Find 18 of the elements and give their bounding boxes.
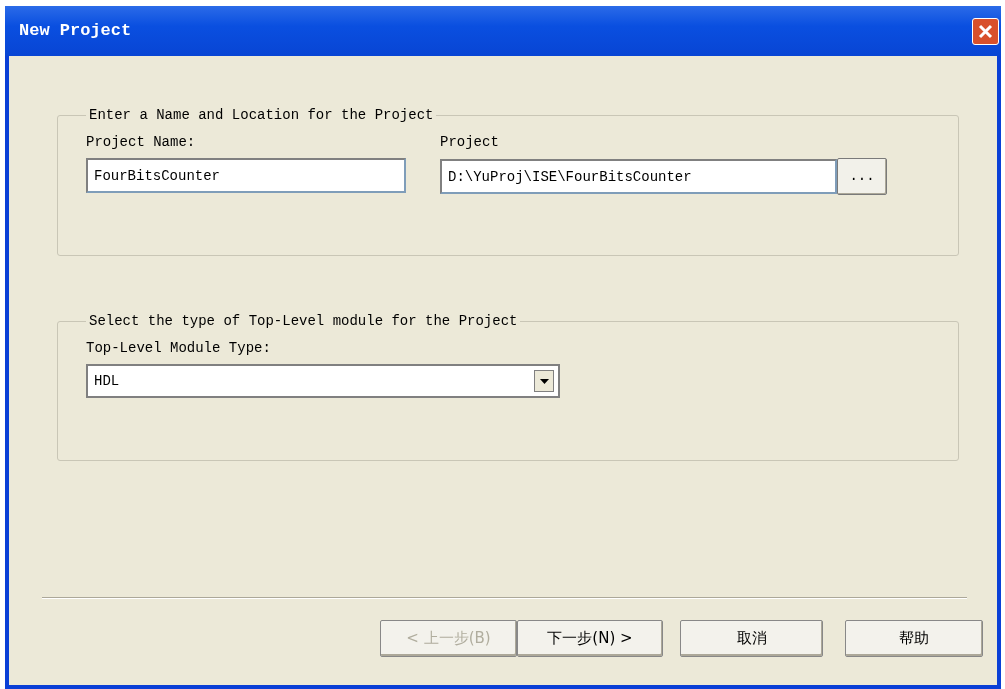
module-type-dropdown[interactable]: HDL <box>86 364 560 398</box>
group-title: Select the type of Top-Level module for the Project <box>88 314 519 328</box>
dropdown-value: HDL <box>94 371 120 391</box>
close-button[interactable] <box>972 17 999 45</box>
wizard-button[interactable]: 下一步(N) > <box>517 620 663 657</box>
group-title: Enter a Name and Location for the Project <box>88 108 435 122</box>
caret-icon <box>539 378 549 384</box>
field-label: Project Name: <box>86 133 197 152</box>
project-name-field[interactable]: FourBitsCounter <box>86 158 406 193</box>
window-title: New Project <box>19 20 132 43</box>
browse-button[interactable]: ... <box>837 158 887 195</box>
field-label: Project <box>440 133 500 152</box>
wizard-button[interactable]: 取消 <box>680 620 823 657</box>
project-location-field[interactable]: D:\YuProj\ISE\FourBitsCounter <box>440 159 837 194</box>
close-icon <box>978 23 993 39</box>
dropdown-button[interactable] <box>534 370 554 392</box>
field-label: Top-Level Module Type: <box>86 339 272 358</box>
wizard-button[interactable]: 帮助 <box>845 620 983 657</box>
